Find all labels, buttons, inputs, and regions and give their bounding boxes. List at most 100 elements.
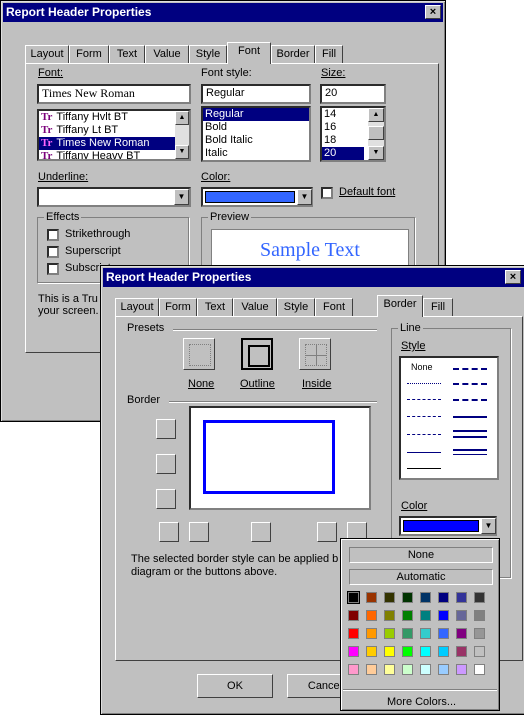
scroll-up-icon[interactable]: ▲ — [175, 111, 189, 125]
scroll-up-icon[interactable]: ▲ — [368, 108, 384, 122]
font-name-field[interactable]: Times New Roman — [37, 84, 191, 104]
ok-button[interactable]: OK — [197, 674, 273, 698]
subscript-checkbox[interactable] — [47, 263, 59, 275]
tab-text[interactable]: Text — [197, 298, 233, 316]
scroll-thumb[interactable] — [368, 126, 384, 140]
size-field[interactable]: 20 — [320, 84, 386, 104]
color-swatch[interactable] — [438, 628, 449, 639]
list-item-selected[interactable]: 20 — [322, 147, 364, 160]
color-swatch[interactable] — [347, 591, 360, 604]
color-swatch[interactable] — [366, 646, 377, 657]
line-style-dash-dot-dot[interactable] — [453, 383, 487, 385]
line-style-hairline[interactable] — [407, 468, 441, 469]
tab-layout[interactable]: Layout — [115, 298, 159, 316]
tab-form[interactable]: Form — [159, 298, 197, 316]
color-swatch[interactable] — [420, 664, 431, 675]
color-swatch[interactable] — [438, 646, 449, 657]
preset-outline-button[interactable] — [241, 338, 273, 370]
line-style-grid[interactable]: None — [399, 356, 499, 480]
color-swatch[interactable] — [384, 592, 395, 603]
color-swatch[interactable] — [456, 628, 467, 639]
color-swatch[interactable] — [438, 592, 449, 603]
color-swatch[interactable] — [420, 610, 431, 621]
tab-value[interactable]: Value — [145, 45, 189, 63]
more-colors-button[interactable]: More Colors... — [387, 696, 456, 708]
color-swatch[interactable] — [348, 610, 359, 621]
color-swatch[interactable] — [366, 664, 377, 675]
border-left-button[interactable] — [189, 522, 209, 542]
color-swatch[interactable] — [474, 592, 485, 603]
tab-font[interactable]: Font — [315, 298, 353, 316]
color-swatch[interactable] — [348, 628, 359, 639]
border-top-button[interactable] — [156, 419, 176, 439]
line-style-thin[interactable] — [407, 452, 441, 453]
tab-border[interactable]: Border — [271, 45, 315, 63]
color-swatch[interactable] — [384, 664, 395, 675]
close-icon[interactable]: × — [505, 270, 521, 284]
border-diagram[interactable] — [189, 406, 371, 510]
scroll-down-icon[interactable]: ▼ — [175, 145, 189, 159]
border-right-button[interactable] — [317, 522, 337, 542]
tab-text[interactable]: Text — [109, 45, 145, 63]
list-item[interactable]: Bold Italic — [203, 134, 309, 147]
preset-none-button[interactable] — [183, 338, 215, 370]
color-swatch[interactable] — [366, 628, 377, 639]
color-swatch[interactable] — [384, 628, 395, 639]
line-style-dashed[interactable] — [407, 399, 441, 400]
color-swatch[interactable] — [348, 664, 359, 675]
tab-border[interactable]: Border — [377, 295, 423, 317]
color-swatch[interactable] — [366, 610, 377, 621]
border-diagonal-up-button[interactable] — [159, 522, 179, 542]
color-swatch[interactable] — [420, 646, 431, 657]
tab-layout[interactable]: Layout — [25, 45, 69, 63]
strikethrough-checkbox[interactable] — [47, 229, 59, 241]
tab-fill[interactable]: Fill — [315, 45, 343, 63]
color-swatch[interactable] — [420, 628, 431, 639]
color-swatch[interactable] — [384, 646, 395, 657]
tab-style[interactable]: Style — [277, 298, 315, 316]
list-item[interactable]: 18 — [322, 134, 364, 147]
size-list[interactable]: 14 16 18 20 ▲ ▼ — [320, 106, 386, 162]
tab-value[interactable]: Value — [233, 298, 277, 316]
line-style-dotted[interactable] — [407, 383, 441, 384]
tab-font[interactable]: Font — [227, 42, 271, 64]
color-swatch[interactable] — [474, 664, 485, 675]
color-swatch[interactable] — [402, 646, 413, 657]
close-icon[interactable]: × — [425, 5, 441, 19]
chevron-down-icon[interactable]: ▼ — [297, 189, 312, 205]
chevron-down-icon[interactable]: ▼ — [174, 189, 189, 205]
color-swatch[interactable] — [438, 610, 449, 621]
color-swatch[interactable] — [402, 628, 413, 639]
line-style-double[interactable] — [453, 430, 487, 438]
color-swatch[interactable] — [366, 592, 377, 603]
color-swatch[interactable] — [456, 592, 467, 603]
color-swatch[interactable] — [420, 592, 431, 603]
color-swatch[interactable] — [402, 592, 413, 603]
line-style-thick-dash[interactable] — [453, 399, 487, 401]
scrollbar[interactable]: ▲ ▼ — [368, 108, 384, 160]
line-style-dash-dot[interactable] — [453, 368, 487, 370]
color-swatch[interactable] — [438, 664, 449, 675]
scrollbar[interactable]: ▲ ▼ — [175, 111, 189, 159]
color-swatch[interactable] — [402, 610, 413, 621]
tab-style[interactable]: Style — [189, 45, 227, 63]
default-font-checkbox[interactable] — [321, 187, 333, 199]
color-swatch[interactable] — [474, 628, 485, 639]
list-item-selected[interactable]: Regular — [203, 108, 309, 121]
list-item[interactable]: Italic — [203, 147, 309, 160]
font-style-list[interactable]: Regular Bold Bold Italic Italic — [201, 106, 311, 162]
list-item[interactable]: Tr Tiffany Hvlt BT — [39, 111, 189, 124]
list-item-selected[interactable]: Tr Times New Roman — [39, 137, 189, 150]
color-none-button[interactable]: None — [349, 547, 493, 563]
color-swatch[interactable] — [456, 646, 467, 657]
underline-combo[interactable] — [37, 187, 191, 207]
line-style-medium[interactable] — [453, 416, 487, 418]
line-style-none[interactable]: None — [411, 362, 433, 372]
list-item[interactable]: 14 — [322, 108, 364, 121]
border-middle-horizontal-button[interactable] — [156, 454, 176, 474]
tab-form[interactable]: Form — [69, 45, 109, 63]
border-middle-vertical-button[interactable] — [251, 522, 271, 542]
line-style-thick-double[interactable] — [453, 449, 487, 455]
list-item[interactable]: Tr Tiffany Lt BT — [39, 124, 189, 137]
font-list[interactable]: Tr Tiffany Hvlt BT Tr Tiffany Lt BT Tr Time… — [37, 109, 191, 161]
